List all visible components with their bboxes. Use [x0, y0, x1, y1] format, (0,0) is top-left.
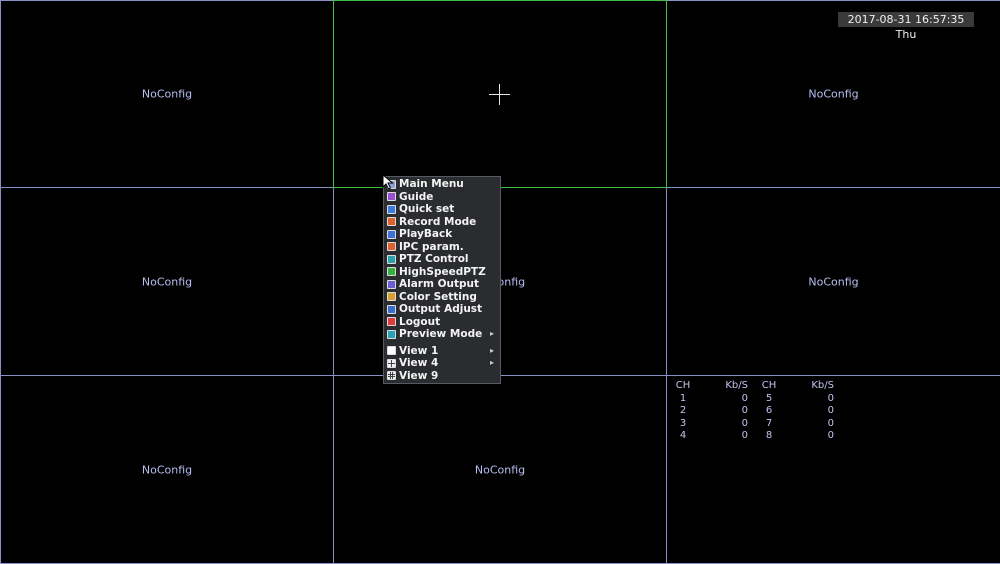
- bitrate-value: 0: [741, 405, 748, 416]
- cell-status-label: NoConfig: [141, 275, 193, 288]
- quick-set-icon: [387, 204, 396, 214]
- menu-item-label: View 1: [399, 344, 439, 357]
- menu-item-output-adjust[interactable]: Output Adjust: [384, 303, 500, 316]
- video-cell-7[interactable]: NoConfig: [0, 375, 334, 564]
- bitrate-value: 0: [827, 392, 834, 404]
- bitrate-value: 0: [741, 392, 748, 404]
- logout-icon: [387, 317, 396, 327]
- bitrate-table: CH Kb/S CH Kb/S 1050206030704080: [668, 380, 848, 443]
- menu-item-label: IPC param.: [399, 240, 464, 253]
- submenu-arrow-icon: ▸: [489, 329, 494, 338]
- channel-number: 4: [679, 430, 687, 441]
- menu-item-label: Logout: [399, 315, 441, 328]
- menu-item-logout[interactable]: Logout: [384, 316, 500, 329]
- submenu-arrow-icon: ▸: [489, 358, 494, 367]
- record-mode-icon: [387, 217, 396, 227]
- ipc-param-icon: [387, 242, 396, 252]
- menu-item-preview-mode[interactable]: Preview Mode ▸: [384, 328, 500, 341]
- menu-item-label: Output Adjust: [399, 303, 483, 316]
- menu-item-alarm-output[interactable]: Alarm Output: [384, 278, 500, 291]
- bitrate-value: 0: [827, 430, 834, 441]
- mouse-cursor-icon: [382, 174, 394, 190]
- preview-mode-icon: [387, 329, 396, 339]
- output-adjust-icon: [387, 304, 396, 314]
- bitrate-value: 0: [741, 430, 748, 441]
- guide-icon: [387, 192, 396, 202]
- menu-item-view-4[interactable]: View 4 ▸: [384, 357, 500, 370]
- view-9-icon: [387, 371, 396, 381]
- menu-item-label: Main Menu: [399, 178, 464, 191]
- channel-number: 6: [765, 405, 773, 416]
- channel-number: 8: [765, 430, 773, 441]
- view-1-icon: [387, 346, 396, 356]
- menu-item-color-setting[interactable]: Color Setting: [384, 291, 500, 304]
- cell-status-label: NoConfig: [474, 463, 526, 476]
- context-menu: Main Menu Guide Quick set Record Mode PlayBa…: [383, 176, 501, 384]
- menu-item-label: View 4: [399, 357, 439, 370]
- video-cell-4[interactable]: NoConfig: [0, 187, 334, 376]
- submenu-arrow-icon: ▸: [489, 345, 494, 355]
- header-kbs-1: Kb/S: [725, 380, 748, 391]
- menu-item-quick-set[interactable]: Quick set: [384, 203, 500, 216]
- header-kbs-2: Kb/S: [811, 380, 834, 391]
- high-speed-ptz-icon: [387, 267, 396, 277]
- color-setting-icon: [387, 292, 396, 302]
- menu-item-label: HighSpeedPTZ: [399, 265, 486, 278]
- menu-item-label: Quick set: [399, 203, 455, 216]
- channel-number: 3: [679, 417, 687, 429]
- bitrate-rows: 1050206030704080: [668, 393, 840, 443]
- channel-number: 2: [679, 405, 687, 416]
- menu-item-record-mode[interactable]: Record Mode: [384, 216, 500, 229]
- video-cell-6[interactable]: NoConfig: [666, 187, 1000, 376]
- menu-item-view-1[interactable]: View 1 ▸: [384, 345, 500, 358]
- channel-number: 1: [679, 392, 687, 404]
- menu-item-ipc-param[interactable]: IPC param.: [384, 241, 500, 254]
- cell-status-label: NoConfig: [141, 463, 193, 476]
- bitrate-row: 2060: [668, 405, 840, 418]
- menu-item-label: PTZ Control: [399, 253, 469, 266]
- bitrate-row: 4 0 8 0: [668, 430, 840, 443]
- bitrate-row: 3 0 7 0: [668, 418, 840, 431]
- ptz-control-icon: [387, 254, 396, 264]
- bitrate-value: 0: [827, 417, 834, 429]
- menu-item-playback[interactable]: PlayBack: [384, 228, 500, 241]
- menu-item-guide[interactable]: Guide: [384, 191, 500, 204]
- playback-icon: [387, 229, 396, 239]
- menu-item-label: PlayBack: [399, 228, 453, 241]
- menu-item-label: Color Setting: [399, 290, 477, 303]
- menu-item-label: View 9: [399, 369, 439, 382]
- crosshair-icon: [489, 84, 510, 105]
- menu-item-ptz-control[interactable]: PTZ Control: [384, 253, 500, 266]
- header-ch-2: CH: [761, 380, 777, 391]
- cell-status-label: NoConfig: [808, 87, 859, 101]
- cell-status-label: NoConfig: [808, 275, 859, 288]
- video-cell-8[interactable]: NoConfig: [333, 375, 667, 564]
- menu-item-label: Guide: [399, 190, 434, 203]
- menu-item-label: Preview Mode: [399, 328, 483, 341]
- channel-number: 5: [765, 392, 773, 404]
- video-cell-3[interactable]: NoConfig: [666, 0, 1000, 188]
- view-4-icon: [387, 358, 396, 368]
- datetime-display: 2017-08-31 16:57:35 Thu: [838, 12, 974, 41]
- bitrate-value: 0: [827, 405, 834, 416]
- channel-number: 7: [765, 417, 773, 429]
- cell-status-label: NoConfig: [141, 87, 193, 101]
- menu-item-label: Record Mode: [399, 215, 477, 228]
- bitrate-value: 0: [741, 417, 748, 429]
- menu-item-label: Alarm Output: [399, 278, 480, 291]
- bitrate-header-row: CH Kb/S CH Kb/S: [668, 380, 840, 393]
- header-ch-1: CH: [675, 380, 691, 391]
- menu-item-view-9[interactable]: View 9: [384, 370, 500, 383]
- alarm-output-icon: [387, 279, 396, 289]
- bitrate-row: 1050: [668, 393, 840, 406]
- menu-item-high-speed-ptz[interactable]: HighSpeedPTZ: [384, 266, 500, 279]
- menu-item-main-menu[interactable]: Main Menu: [384, 178, 500, 191]
- video-cell-1[interactable]: NoConfig: [0, 0, 334, 188]
- video-cell-2[interactable]: [333, 0, 667, 188]
